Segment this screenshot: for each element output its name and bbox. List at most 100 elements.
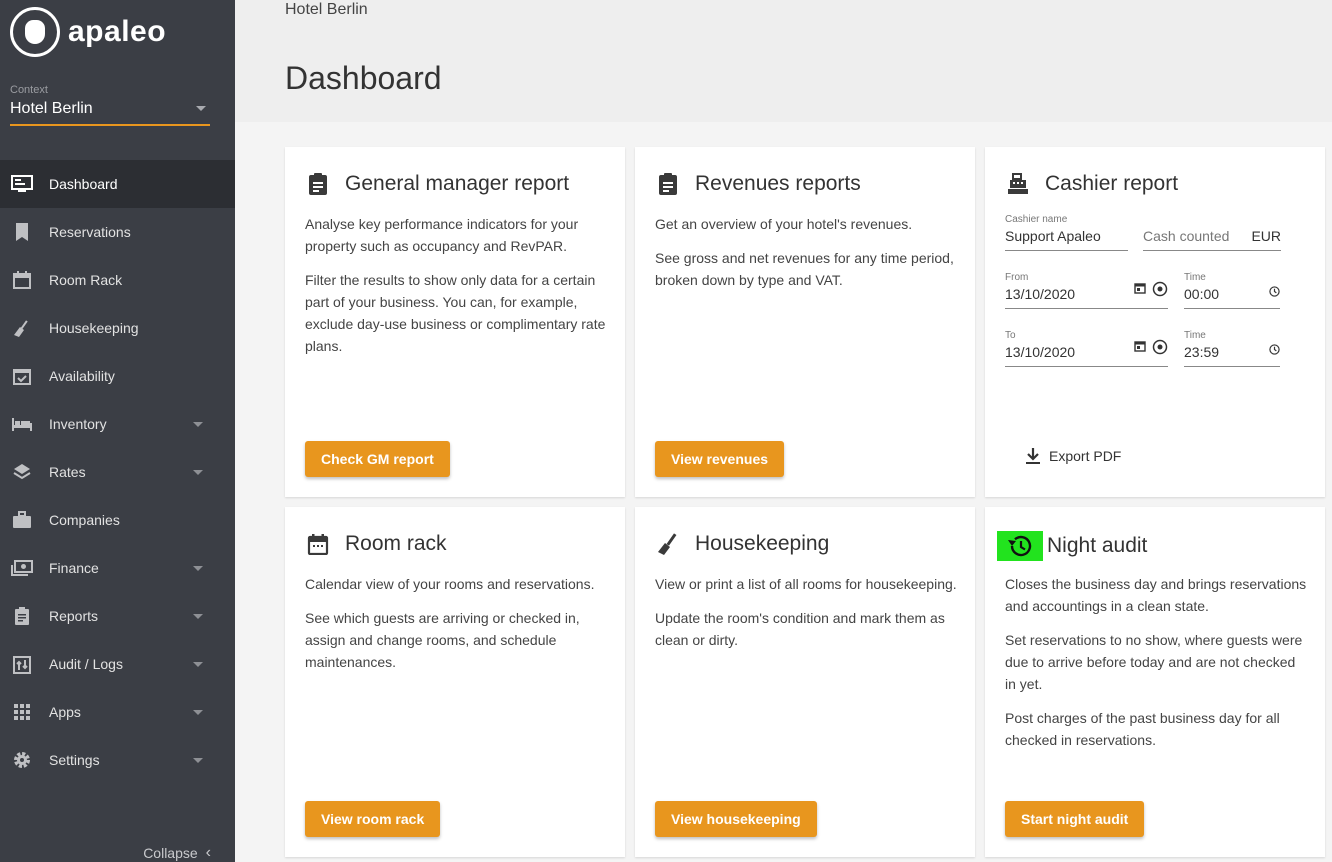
cash-counted-field[interactable]: Cash counted EUR — [1143, 214, 1281, 251]
sidebar-item-companies[interactable]: Companies — [0, 496, 235, 544]
card-text: See which guests are arriving or checked… — [305, 610, 580, 670]
apps-grid-icon — [11, 701, 33, 723]
card-title: Night audit — [1047, 534, 1148, 557]
from-time-value: 00:00 — [1184, 283, 1280, 309]
clock-icon[interactable] — [1269, 342, 1280, 360]
sidebar-item-label: Room Rack — [49, 272, 123, 288]
collapse-label: Collapse — [143, 845, 198, 861]
sidebar-item-label: Availability — [49, 368, 115, 384]
sidebar-item-label: Apps — [49, 704, 81, 720]
field-label: Cashier name — [1005, 214, 1068, 225]
card-text: Update the room's condition and mark the… — [655, 610, 945, 648]
cash-counted-label: Cash counted — [1143, 228, 1230, 244]
check-gm-report-button[interactable]: Check GM report — [305, 441, 450, 477]
bookmark-icon — [11, 221, 33, 243]
sidebar-item-label: Companies — [49, 512, 120, 528]
sidebar-item-settings[interactable]: Settings — [0, 736, 235, 784]
sidebar-item-label: Housekeeping — [49, 320, 139, 336]
broom-icon — [11, 317, 33, 339]
sidebar-item-label: Inventory — [49, 416, 107, 432]
chevron-down-icon — [193, 566, 203, 571]
clipboard-icon — [11, 605, 33, 627]
card-title: General manager report — [345, 172, 570, 195]
sidebar-item-finance[interactable]: Finance — [0, 544, 235, 592]
from-time-field[interactable]: Time 00:00 — [1184, 272, 1280, 309]
sidebar-item-apps[interactable]: Apps — [0, 688, 235, 736]
card-title: Room rack — [345, 532, 447, 555]
chevron-down-icon — [193, 470, 203, 475]
sidebar-item-availability[interactable]: Availability — [0, 352, 235, 400]
cashier-name-field[interactable]: Cashier name Support Apaleo — [1005, 214, 1128, 251]
sidebar-item-housekeeping[interactable]: Housekeeping — [0, 304, 235, 352]
sidebar-item-audit-logs[interactable]: Audit / Logs — [0, 640, 235, 688]
to-date-field[interactable]: To 13/10/2020 — [1005, 330, 1168, 367]
breadcrumb[interactable]: Hotel Berlin — [285, 1, 368, 19]
card-title: Revenues reports — [695, 172, 861, 195]
sidebar-item-dashboard[interactable]: Dashboard — [0, 160, 235, 208]
from-date-field[interactable]: From 13/10/2020 — [1005, 272, 1168, 309]
calendar-icon[interactable] — [1134, 339, 1146, 360]
card-text: Get an overview of your hotel's revenues… — [655, 216, 913, 232]
sidebar-item-rates[interactable]: Rates — [0, 448, 235, 496]
sidebar-item-label: Settings — [49, 752, 100, 768]
cashier-report-card: Cashier report Cashier name Support Apal… — [985, 147, 1325, 497]
gear-icon — [11, 749, 33, 771]
card-title: Housekeeping — [695, 532, 830, 555]
calendar-icon[interactable] — [1134, 281, 1146, 302]
room-rack-card: Room rack Calendar view of your rooms an… — [285, 507, 625, 857]
chevron-down-icon — [196, 106, 206, 111]
download-icon — [1026, 448, 1040, 464]
housekeeping-card: Housekeeping View or print a list of all… — [635, 507, 975, 857]
target-icon[interactable] — [1152, 339, 1168, 360]
briefcase-icon — [11, 509, 33, 531]
monitor-icon — [11, 173, 33, 195]
card-text: Filter the results to show only data for… — [305, 272, 606, 354]
sidebar-item-label: Reports — [49, 608, 99, 624]
to-time-field[interactable]: Time 23:59 — [1184, 330, 1280, 367]
calendar-check-icon — [11, 365, 33, 387]
sidebar-item-reports[interactable]: Reports — [0, 592, 235, 640]
card-text: View or print a list of all rooms for ho… — [655, 576, 957, 592]
sidebar-item-inventory[interactable]: Inventory — [0, 400, 235, 448]
cash-register-icon — [1005, 171, 1031, 197]
sidebar-item-label: Reservations — [49, 224, 131, 240]
export-pdf-label: Export PDF — [1049, 448, 1122, 464]
target-icon[interactable] — [1152, 281, 1168, 302]
card-text: Calendar view of your rooms and reservat… — [305, 576, 595, 592]
card-text: Analyse key performance indicators for y… — [305, 216, 579, 254]
page-title: Dashboard — [285, 60, 442, 96]
sidebar-item-reservations[interactable]: Reservations — [0, 208, 235, 256]
export-pdf-button[interactable]: Export PDF — [1025, 447, 1121, 465]
gm-report-card: General manager report Analyse key perfo… — [285, 147, 625, 497]
cashier-name-value: Support Apaleo — [1005, 225, 1128, 251]
card-title: Cashier report — [1045, 172, 1179, 195]
chevron-down-icon — [193, 758, 203, 763]
calendar-icon — [305, 531, 331, 557]
logo[interactable]: apaleo — [10, 6, 166, 58]
chevron-down-icon — [193, 662, 203, 667]
calendar-icon — [11, 269, 33, 291]
app-name: apaleo — [68, 15, 167, 48]
chevron-left-icon: ‹ — [205, 844, 211, 861]
clipboard-icon — [655, 171, 681, 197]
context-select[interactable]: Hotel Berlin — [10, 100, 210, 126]
bed-icon — [11, 413, 33, 435]
sidebar-item-room-rack[interactable]: Room Rack — [0, 256, 235, 304]
clock-icon[interactable] — [1269, 284, 1280, 302]
money-icon — [11, 557, 33, 579]
card-text: See gross and net revenues for any time … — [655, 250, 954, 288]
lion-logo-icon — [10, 7, 60, 57]
sidebar-nav: Dashboard Reservations Room Rack Houseke… — [0, 160, 235, 784]
history-icon — [997, 531, 1043, 561]
chevron-down-icon — [193, 614, 203, 619]
view-room-rack-button[interactable]: View room rack — [305, 801, 441, 837]
to-time-value: 23:59 — [1184, 341, 1280, 367]
view-housekeeping-button[interactable]: View housekeeping — [655, 801, 817, 837]
collapse-button[interactable]: Collapse ‹ — [143, 844, 211, 862]
start-night-audit-button[interactable]: Start night audit — [1005, 801, 1145, 837]
context-value: Hotel Berlin — [10, 100, 93, 117]
context-selector[interactable]: Context Hotel Berlin — [10, 84, 210, 126]
page-header: Hotel Berlin Dashboard — [235, 0, 1332, 122]
card-text: Set reservations to no show, where guest… — [1005, 632, 1303, 692]
view-revenues-button[interactable]: View revenues — [655, 441, 785, 477]
